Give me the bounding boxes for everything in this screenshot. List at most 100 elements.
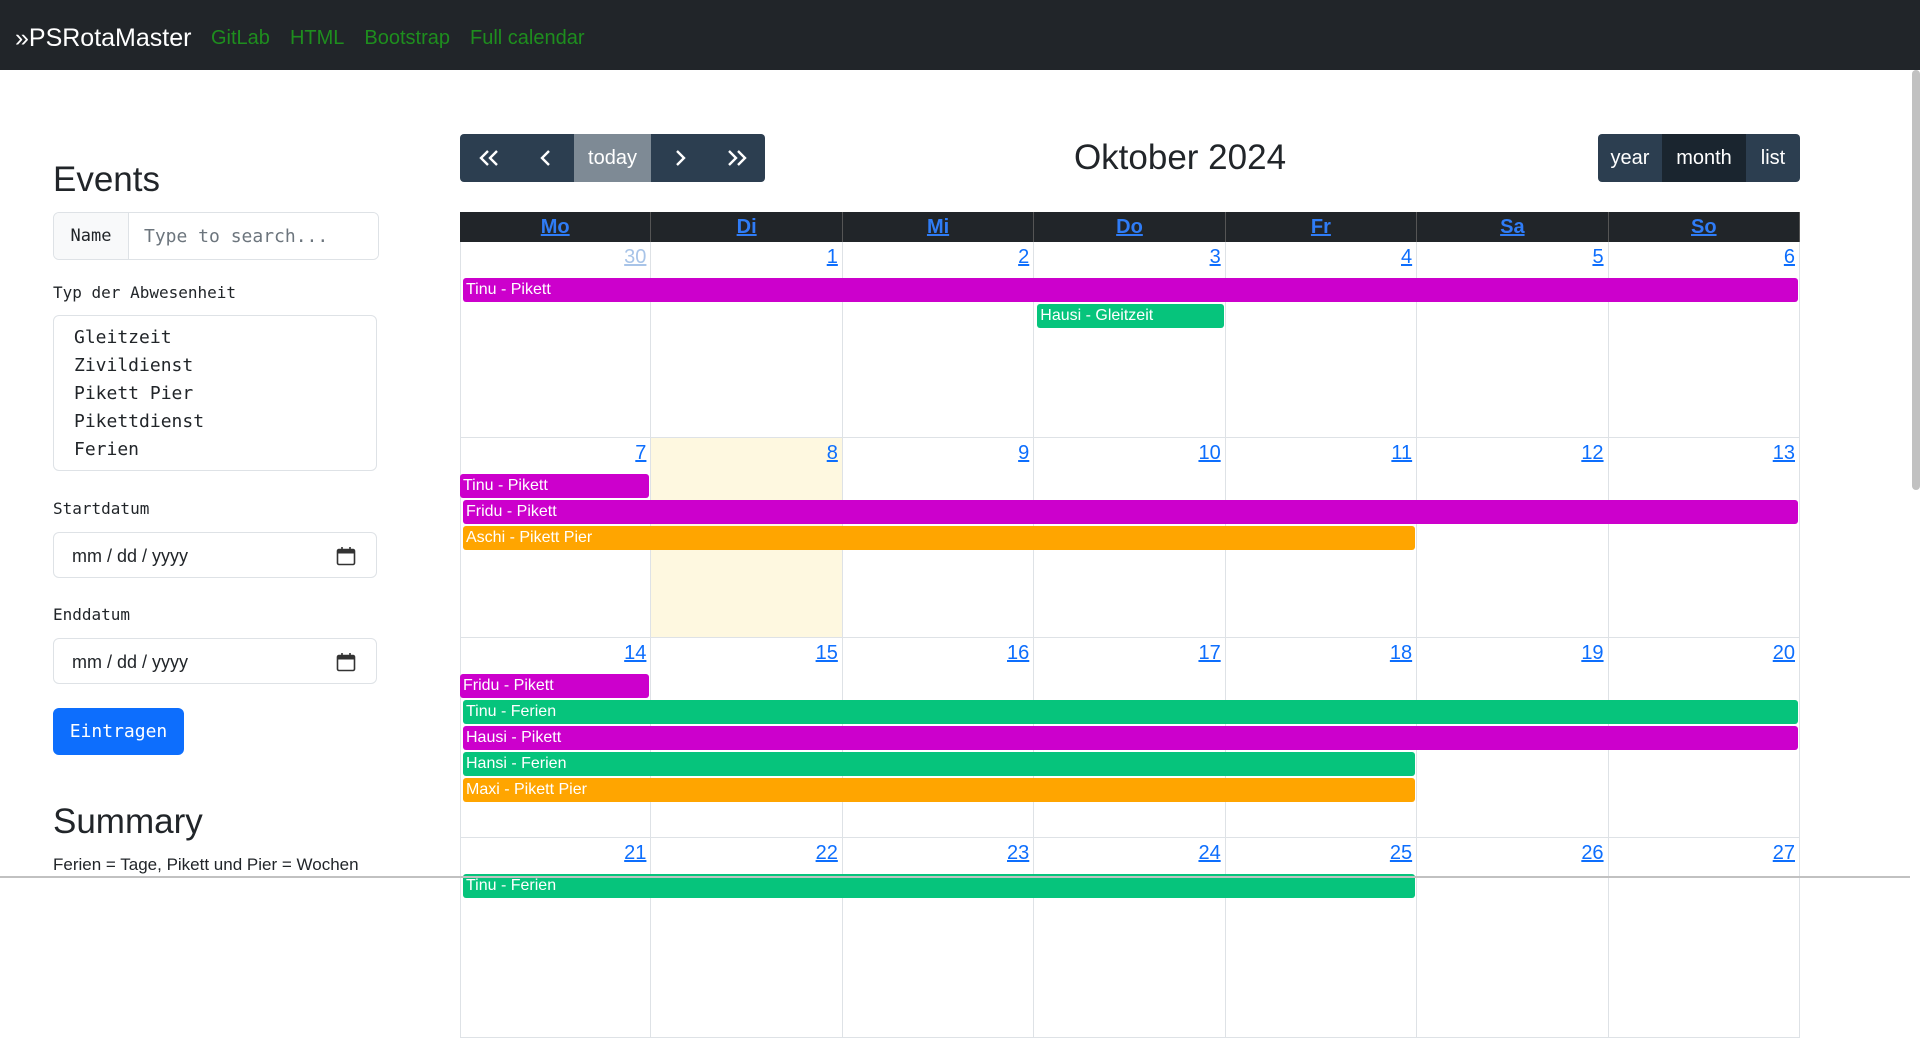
day-number[interactable]: 1 (827, 246, 838, 269)
type-option-gleitzeit[interactable]: Gleitzeit (54, 324, 376, 352)
double-chevron-left-icon (478, 150, 498, 166)
end-date-placeholder: mm / dd / yyyy (72, 652, 189, 672)
today-button[interactable]: today (574, 134, 651, 182)
weekday-mo[interactable]: Mo (460, 212, 652, 242)
day-cell[interactable]: 3 (1034, 242, 1226, 438)
day-number[interactable]: 16 (1007, 642, 1029, 665)
day-number[interactable]: 18 (1390, 642, 1412, 665)
search-input[interactable] (129, 213, 378, 259)
day-number[interactable]: 9 (1018, 442, 1029, 465)
type-option-zivildienst[interactable]: Zivildienst (54, 352, 376, 380)
nav-link-full-calendar[interactable]: Full calendar (470, 0, 585, 70)
day-number[interactable]: 2 (1018, 246, 1029, 269)
day-number[interactable]: 24 (1198, 842, 1220, 865)
day-number[interactable]: 25 (1390, 842, 1412, 865)
start-date-placeholder: mm / dd / yyyy (72, 546, 189, 566)
calendar-title: Oktober 2024 (1073, 138, 1287, 177)
day-cell[interactable]: 27 (1608, 838, 1800, 1038)
day-number[interactable]: 7 (635, 442, 646, 465)
day-number[interactable]: 22 (816, 842, 838, 865)
weekday-fr[interactable]: Fr (1226, 212, 1418, 242)
weekday-sa[interactable]: Sa (1417, 212, 1609, 242)
calendar-icon[interactable] (336, 546, 356, 566)
nav-link-html[interactable]: HTML (290, 0, 344, 70)
day-number[interactable]: 4 (1401, 246, 1412, 269)
calendar-event[interactable]: Fridu - Pikett (460, 674, 650, 698)
submit-button[interactable]: Eintragen (53, 708, 184, 755)
day-number[interactable]: 10 (1198, 442, 1220, 465)
day-cell[interactable]: 26 (1417, 838, 1609, 1038)
start-date-input[interactable]: mm / dd / yyyy (53, 532, 377, 578)
day-number[interactable]: 11 (1391, 442, 1412, 465)
day-number[interactable]: 23 (1007, 842, 1029, 865)
day-number[interactable]: 3 (1210, 246, 1221, 269)
day-number[interactable]: 6 (1784, 246, 1795, 269)
day-number[interactable]: 8 (827, 442, 838, 465)
summary-title: Summary (53, 802, 203, 841)
nav-link-bootstrap[interactable]: Bootstrap (364, 0, 450, 70)
day-number[interactable]: 27 (1773, 842, 1795, 865)
day-cell[interactable]: 6 (1608, 242, 1800, 438)
prev-button[interactable] (517, 134, 574, 182)
next-year-button[interactable] (708, 134, 765, 182)
prev-year-button[interactable] (460, 134, 517, 182)
next-button[interactable] (651, 134, 708, 182)
type-label: Typ der Abwesenheit (53, 283, 237, 302)
day-number[interactable]: 12 (1581, 442, 1603, 465)
day-number[interactable]: 17 (1198, 642, 1220, 665)
calendar-event[interactable]: Aschi - Pikett Pier (463, 526, 1416, 550)
day-number[interactable]: 5 (1592, 246, 1603, 269)
day-cell[interactable]: 1 (651, 242, 843, 438)
calendar-event[interactable]: Tinu - Pikett (463, 278, 1798, 302)
day-number[interactable]: 20 (1773, 642, 1795, 665)
day-cell[interactable]: 23 (842, 838, 1035, 1038)
view-list-button[interactable]: list (1746, 134, 1800, 182)
day-cell[interactable]: 25 (1225, 838, 1418, 1038)
weekday-so[interactable]: So (1609, 212, 1800, 242)
calendar-event[interactable]: Hansi - Ferien (463, 752, 1416, 776)
calendar-event[interactable]: Maxi - Pikett Pier (463, 778, 1416, 802)
day-number[interactable]: 26 (1581, 842, 1603, 865)
day-number[interactable]: 14 (624, 642, 646, 665)
nav-button-group: today (460, 134, 765, 182)
day-cell[interactable]: 22 (651, 838, 843, 1038)
day-cell[interactable]: 13 (1608, 438, 1800, 638)
day-number[interactable]: 30 (624, 246, 646, 269)
type-option-pikettdienst[interactable]: Pikettdienst (54, 408, 376, 436)
day-cell[interactable]: 5 (1417, 242, 1609, 438)
day-cell[interactable]: 4 (1225, 242, 1418, 438)
calendar-event[interactable]: Fridu - Pikett (463, 500, 1798, 524)
nav-links: GitLab HTML Bootstrap Full calendar (211, 0, 605, 70)
day-cell[interactable]: 2 (842, 242, 1035, 438)
day-number[interactable]: 13 (1773, 442, 1795, 465)
vertical-scrollbar[interactable] (1912, 70, 1920, 490)
weekday-do[interactable]: Do (1034, 212, 1226, 242)
calendar-event[interactable]: Hausi - Gleitzeit (1037, 304, 1224, 328)
calendar-event[interactable]: Tinu - Pikett (460, 474, 650, 498)
day-cell[interactable]: 12 (1417, 438, 1609, 638)
brand-logo[interactable]: »PSRotaMaster (15, 0, 191, 70)
weekday-di[interactable]: Di (651, 212, 843, 242)
weekday-mi[interactable]: Mi (843, 212, 1035, 242)
type-option-pikett-pier[interactable]: Pikett Pier (54, 380, 376, 408)
day-number[interactable]: 19 (1581, 642, 1603, 665)
type-select[interactable]: Gleitzeit Zivildienst Pikett Pier Pikett… (53, 315, 377, 471)
search-group: Name (53, 212, 379, 260)
day-number[interactable]: 21 (624, 842, 646, 865)
double-chevron-right-icon (727, 150, 747, 166)
calendar-event[interactable]: Hausi - Pikett (463, 726, 1798, 750)
day-cell[interactable]: 21 (460, 838, 652, 1038)
type-option-ferien[interactable]: Ferien (54, 436, 376, 464)
nav-link-gitlab[interactable]: GitLab (211, 0, 270, 70)
day-cell[interactable]: 30 (460, 242, 652, 438)
view-month-button[interactable]: month (1662, 134, 1746, 182)
search-addon-label: Name (54, 213, 129, 259)
horizontal-scrollbar[interactable] (0, 876, 1910, 878)
start-date-label: Startdatum (53, 499, 150, 518)
view-year-button[interactable]: year (1598, 134, 1662, 182)
day-cell[interactable]: 24 (1034, 838, 1226, 1038)
end-date-input[interactable]: mm / dd / yyyy (53, 638, 377, 684)
day-number[interactable]: 15 (816, 642, 838, 665)
calendar-event[interactable]: Tinu - Ferien (463, 700, 1798, 724)
calendar-icon[interactable] (336, 652, 356, 672)
